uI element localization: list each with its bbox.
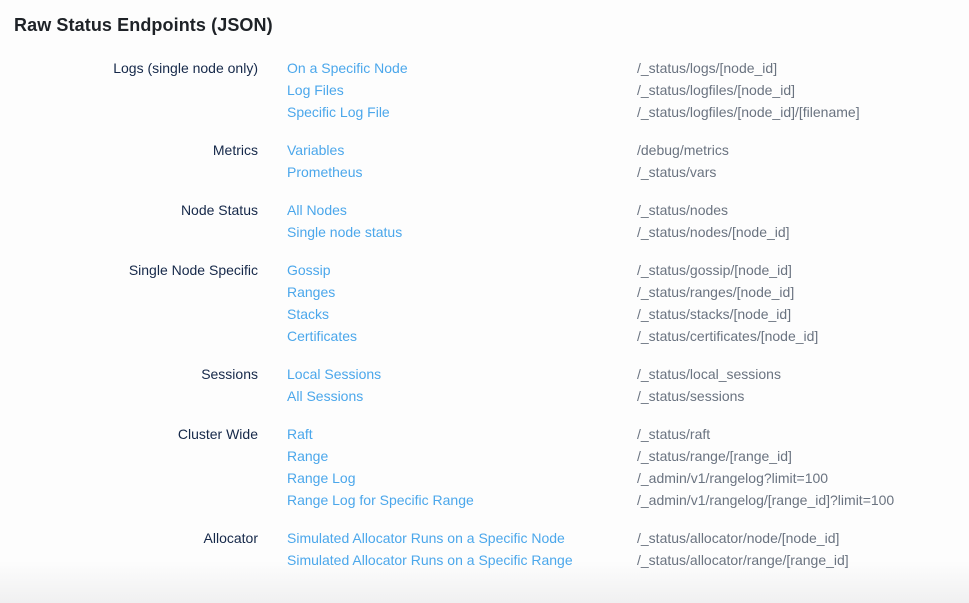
endpoint-group: Metrics VariablesPrometheus /debug/metri… <box>0 139 969 183</box>
group-link-list: Local SessionsAll Sessions <box>287 363 637 407</box>
endpoint-path: /_status/range/[range_id] <box>637 445 969 467</box>
group-link-list: On a Specific NodeLog FilesSpecific Log … <box>287 57 637 123</box>
endpoint-path: /_status/logs/[node_id] <box>637 57 969 79</box>
endpoint-path: /_admin/v1/rangelog?limit=100 <box>637 467 969 489</box>
group-category-label: Sessions <box>0 363 258 385</box>
endpoint-group: Sessions Local SessionsAll Sessions /_st… <box>0 363 969 407</box>
group-link-list: VariablesPrometheus <box>287 139 637 183</box>
endpoint-link[interactable]: All Sessions <box>287 385 363 407</box>
endpoint-group: Logs (single node only) On a Specific No… <box>0 57 969 123</box>
endpoint-path: /_status/vars <box>637 161 969 183</box>
endpoint-groups: Logs (single node only) On a Specific No… <box>0 57 969 571</box>
endpoint-link[interactable]: Local Sessions <box>287 363 381 385</box>
group-path-list: /_status/allocator/node/[node_id]/_statu… <box>637 527 969 571</box>
endpoint-group: Single Node Specific GossipRangesStacksC… <box>0 259 969 347</box>
endpoint-link[interactable]: Simulated Allocator Runs on a Specific N… <box>287 527 565 549</box>
group-category-label: Metrics <box>0 139 258 161</box>
group-link-list: All NodesSingle node status <box>287 199 637 243</box>
group-path-list: /_status/local_sessions/_status/sessions <box>637 363 969 407</box>
endpoint-link[interactable]: Range Log <box>287 467 356 489</box>
group-link-list: Simulated Allocator Runs on a Specific N… <box>287 527 637 571</box>
group-category-label: Logs (single node only) <box>0 57 258 79</box>
group-path-list: /_status/gossip/[node_id]/_status/ranges… <box>637 259 969 347</box>
endpoint-path: /_status/logfiles/[node_id]/[filename] <box>637 101 969 123</box>
debug-endpoints-page: Raw Status Endpoints (JSON) Logs (single… <box>0 0 969 603</box>
endpoint-group: Cluster Wide RaftRangeRange LogRange Log… <box>0 423 969 511</box>
group-link-list: GossipRangesStacksCertificates <box>287 259 637 347</box>
endpoint-link[interactable]: Gossip <box>287 259 331 281</box>
endpoint-group: Allocator Simulated Allocator Runs on a … <box>0 527 969 571</box>
endpoint-link[interactable]: Certificates <box>287 325 357 347</box>
endpoint-path: /_status/raft <box>637 423 969 445</box>
group-category-label: Allocator <box>0 527 258 549</box>
endpoint-path: /_status/nodes/[node_id] <box>637 221 969 243</box>
endpoint-link[interactable]: Variables <box>287 139 344 161</box>
endpoint-path: /_status/allocator/range/[range_id] <box>637 549 969 571</box>
endpoint-link[interactable]: Raft <box>287 423 313 445</box>
group-category-label: Cluster Wide <box>0 423 258 445</box>
endpoint-path: /_status/nodes <box>637 199 969 221</box>
endpoint-link[interactable]: Simulated Allocator Runs on a Specific R… <box>287 549 573 571</box>
endpoint-path: /_admin/v1/rangelog/[range_id]?limit=100 <box>637 489 969 511</box>
endpoint-link[interactable]: Ranges <box>287 281 335 303</box>
group-category-label: Single Node Specific <box>0 259 258 281</box>
endpoint-link[interactable]: On a Specific Node <box>287 57 408 79</box>
endpoint-link[interactable]: Log Files <box>287 79 344 101</box>
endpoint-link[interactable]: Range <box>287 445 328 467</box>
group-path-list: /_status/nodes/_status/nodes/[node_id] <box>637 199 969 243</box>
endpoint-link[interactable]: Single node status <box>287 221 402 243</box>
endpoint-link[interactable]: Range Log for Specific Range <box>287 489 474 511</box>
endpoint-path: /_status/sessions <box>637 385 969 407</box>
endpoint-group: Node Status All NodesSingle node status … <box>0 199 969 243</box>
group-path-list: /_status/logs/[node_id]/_status/logfiles… <box>637 57 969 123</box>
endpoint-path: /_status/local_sessions <box>637 363 969 385</box>
group-path-list: /_status/raft/_status/range/[range_id]/_… <box>637 423 969 511</box>
endpoint-path: /_status/logfiles/[node_id] <box>637 79 969 101</box>
group-link-list: RaftRangeRange LogRange Log for Specific… <box>287 423 637 511</box>
endpoint-link[interactable]: Prometheus <box>287 161 362 183</box>
endpoint-link[interactable]: Specific Log File <box>287 101 390 123</box>
endpoint-path: /_status/ranges/[node_id] <box>637 281 969 303</box>
endpoint-path: /_status/allocator/node/[node_id] <box>637 527 969 549</box>
endpoint-path: /_status/certificates/[node_id] <box>637 325 969 347</box>
endpoint-path: /_status/gossip/[node_id] <box>637 259 969 281</box>
group-path-list: /debug/metrics/_status/vars <box>637 139 969 183</box>
endpoint-link[interactable]: Stacks <box>287 303 329 325</box>
endpoint-path: /_status/stacks/[node_id] <box>637 303 969 325</box>
endpoint-link[interactable]: All Nodes <box>287 199 347 221</box>
page-title: Raw Status Endpoints (JSON) <box>0 0 969 36</box>
group-category-label: Node Status <box>0 199 258 221</box>
endpoint-path: /debug/metrics <box>637 139 969 161</box>
